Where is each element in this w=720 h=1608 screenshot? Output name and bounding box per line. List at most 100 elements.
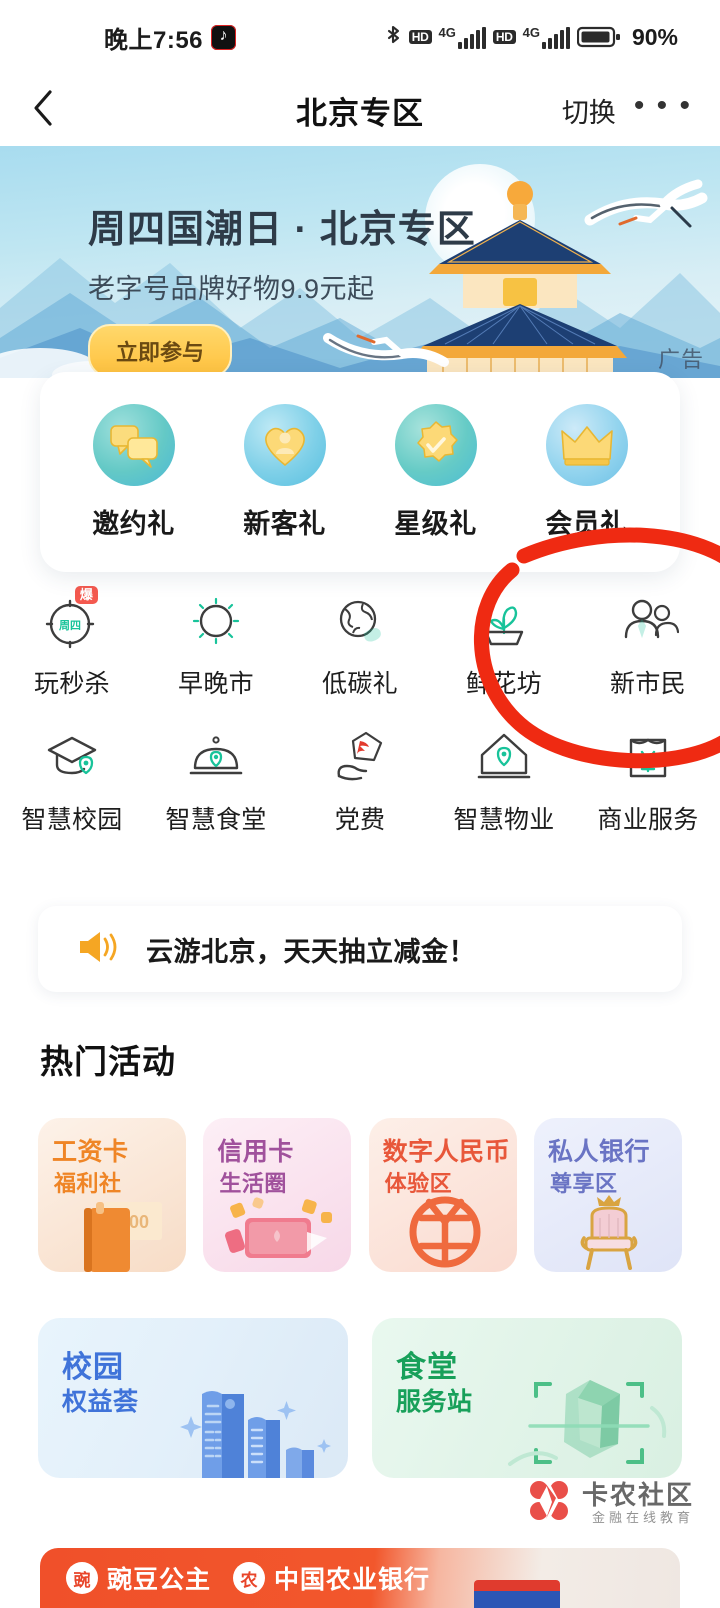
notice-text: 云游北京，天天抽立减金！ (146, 936, 476, 967)
gift-item-label: 星级礼 (394, 508, 477, 539)
switch-button[interactable]: 切换 (562, 91, 616, 130)
wide-card-line1: 校园 (62, 1351, 124, 1384)
gift-item-label: 新客礼 (243, 508, 326, 539)
ellipsis-icon[interactable]: • • • (634, 90, 692, 123)
gift-item-label: 会员礼 (545, 508, 628, 539)
service-item-xiaoyuan[interactable]: 智慧校园 (0, 726, 144, 836)
hot-cards-row: 工资卡 福利社 100 信用卡 生活圈 数字人民币 体验区 私人银行 尊享区 (38, 1118, 682, 1272)
watermark-text: 卡农社区 金融在线教育 (581, 1480, 694, 1526)
hand-party-emblem-icon (288, 726, 432, 788)
gift-item-star[interactable]: 星级礼 (366, 403, 506, 541)
service-item-xinshimin[interactable]: 新市民 (576, 590, 720, 700)
hot-card-line1: 信用卡 (217, 1138, 294, 1166)
brand-name-2: 中国农业银行 (274, 1566, 431, 1594)
service-item-shangye[interactable]: 商业服务 (576, 726, 720, 836)
crane-illustration (584, 179, 708, 228)
wide-card-campus[interactable]: 校园 权益荟 (38, 1318, 348, 1478)
watermark-tagline: 金融在线教育 (591, 1509, 694, 1525)
service-grid-row-2: 智慧校园 智慧食堂 党费 智慧物业 商业服务 (0, 726, 720, 836)
service-item-label: 智慧食堂 (165, 806, 267, 834)
banner-title: 周四国潮日 · 北京专区 (88, 209, 476, 251)
sun-moon-icon (144, 590, 288, 652)
service-item-ditanli[interactable]: 低碳礼 (288, 590, 432, 700)
service-item-shitang[interactable]: 智慧食堂 (144, 726, 288, 836)
speaker-icon (76, 928, 120, 971)
wide-card-line2: 服务站 (396, 1388, 473, 1416)
star-check-icon (394, 403, 477, 486)
service-grid: 周四 爆 玩秒杀 早晚市 低碳礼 鲜花坊 新市民 智慧校园 智慧食堂 党费 智慧… (0, 586, 720, 862)
service-item-dangfei[interactable]: 党费 (288, 726, 432, 836)
heart-person-icon (243, 403, 326, 486)
hot-badge: 爆 (74, 586, 98, 605)
header-actions: 切换 • • • (562, 90, 720, 130)
clipboard-yuan-icon (576, 726, 720, 788)
gift-item-member[interactable]: 会员礼 (517, 403, 657, 541)
promo-banner[interactable]: 周四国潮日 · 北京专区 老字号品牌好物9.9元起 立即参与 广告 (0, 146, 720, 378)
gift-entry-card: 邀约礼 新客礼 星级礼 会员礼 (40, 372, 680, 572)
ad-label: 广告 (657, 347, 704, 372)
wide-card-line1: 食堂 (396, 1351, 458, 1384)
wide-cards-row: 校园 权益荟 食堂 服务站 (38, 1318, 682, 1478)
banner-cta-button[interactable]: 立即参与 (88, 324, 233, 378)
tiktok-icon (211, 24, 237, 50)
hot-card-line1: 数字人民币 (382, 1138, 511, 1166)
svg-text:周四: 周四 (59, 619, 81, 632)
wide-card-canteen[interactable]: 食堂 服务站 (372, 1318, 682, 1478)
globe-leaf-icon (288, 590, 432, 652)
service-item-label: 低碳礼 (322, 670, 398, 698)
section-title-hot: 热门活动 (40, 1043, 176, 1080)
service-item-label: 智慧物业 (453, 806, 555, 834)
wandou-logo-icon: 豌 (66, 1562, 98, 1594)
service-item-label: 智慧校园 (21, 806, 123, 834)
hot-card-line1: 工资卡 (52, 1138, 129, 1166)
hot-card-digital-rmb[interactable]: 数字人民币 体验区 (368, 1118, 517, 1272)
hot-card-credit[interactable]: 信用卡 生活圈 (203, 1118, 352, 1272)
service-item-zaowanshi[interactable]: 早晚市 (144, 590, 288, 700)
clock-thursday-icon: 周四 爆 (0, 586, 144, 652)
back-button[interactable] (0, 89, 86, 132)
hot-card-private-bank[interactable]: 私人银行 尊享区 (533, 1118, 682, 1272)
4g-signal-icon-2: 4G (523, 26, 570, 49)
gift-item-label: 邀约礼 (92, 508, 175, 539)
service-item-wuye[interactable]: 智慧物业 (432, 726, 576, 836)
gift-item-invite[interactable]: 邀约礼 (64, 403, 204, 541)
service-item-miaosha[interactable]: 周四 爆 玩秒杀 (0, 586, 144, 700)
status-bar-left: 晚上7:56 (0, 20, 237, 55)
service-item-label: 商业服务 (597, 806, 699, 834)
watermark-name: 卡农社区 (581, 1480, 694, 1511)
scan-food-icon (508, 1380, 667, 1466)
hd-icon: HD (408, 29, 432, 45)
service-item-xianhuafang[interactable]: 鲜花坊 (432, 590, 576, 700)
wide-card-line2: 权益荟 (62, 1388, 139, 1416)
brand-name-1: 豌豆公主 (107, 1566, 212, 1594)
brand-abc: 农 中国农业银行 (233, 1560, 430, 1596)
service-item-label: 玩秒杀 (34, 670, 110, 698)
notice-bar[interactable]: 云游北京，天天抽立减金！ (38, 906, 682, 992)
service-item-label: 早晚市 (178, 670, 254, 698)
crown-icon (545, 403, 628, 486)
banner-subtitle: 老字号品牌好物9.9元起 (88, 274, 375, 304)
receipts-icon (180, 1391, 331, 1478)
two-people-icon (576, 590, 720, 652)
brand-wandou: 豌 豌豆公主 (66, 1560, 211, 1596)
gift-item-newcustomer[interactable]: 新客礼 (215, 403, 355, 541)
throne-icon (580, 1195, 638, 1270)
status-bar-right: HD 4G HD 4G 90% (385, 24, 678, 51)
page-header: 北京专区 切换 • • • (0, 74, 720, 146)
bluetooth-icon (385, 25, 402, 50)
battery-icon (576, 25, 621, 49)
house-icon (432, 726, 576, 788)
rmb-symbol-icon (409, 1196, 481, 1268)
watermark: 卡农社区 金融在线教育 (526, 1478, 694, 1529)
banner-text: 周四国潮日 · 北京专区 老字号品牌好物9.9元起 立即参与 (88, 198, 476, 378)
bottom-ad-banner[interactable]: 豌 豌豆公主 农 中国农业银行 (40, 1548, 680, 1608)
chevron-left-icon (32, 89, 54, 132)
hot-card-line1: 私人银行 (547, 1138, 650, 1166)
graduation-cap-icon (0, 726, 144, 788)
service-grid-row-1: 周四 爆 玩秒杀 早晚市 低碳礼 鲜花坊 新市民 (0, 586, 720, 700)
status-bar: 晚上7:56 HD 4G HD 4G 90% (0, 0, 720, 74)
service-item-label: 党费 (334, 806, 386, 834)
hot-card-salary[interactable]: 工资卡 福利社 100 (38, 1118, 186, 1272)
4g-signal-icon: 4G (439, 26, 486, 49)
abc-logo-icon: 农 (233, 1562, 266, 1594)
